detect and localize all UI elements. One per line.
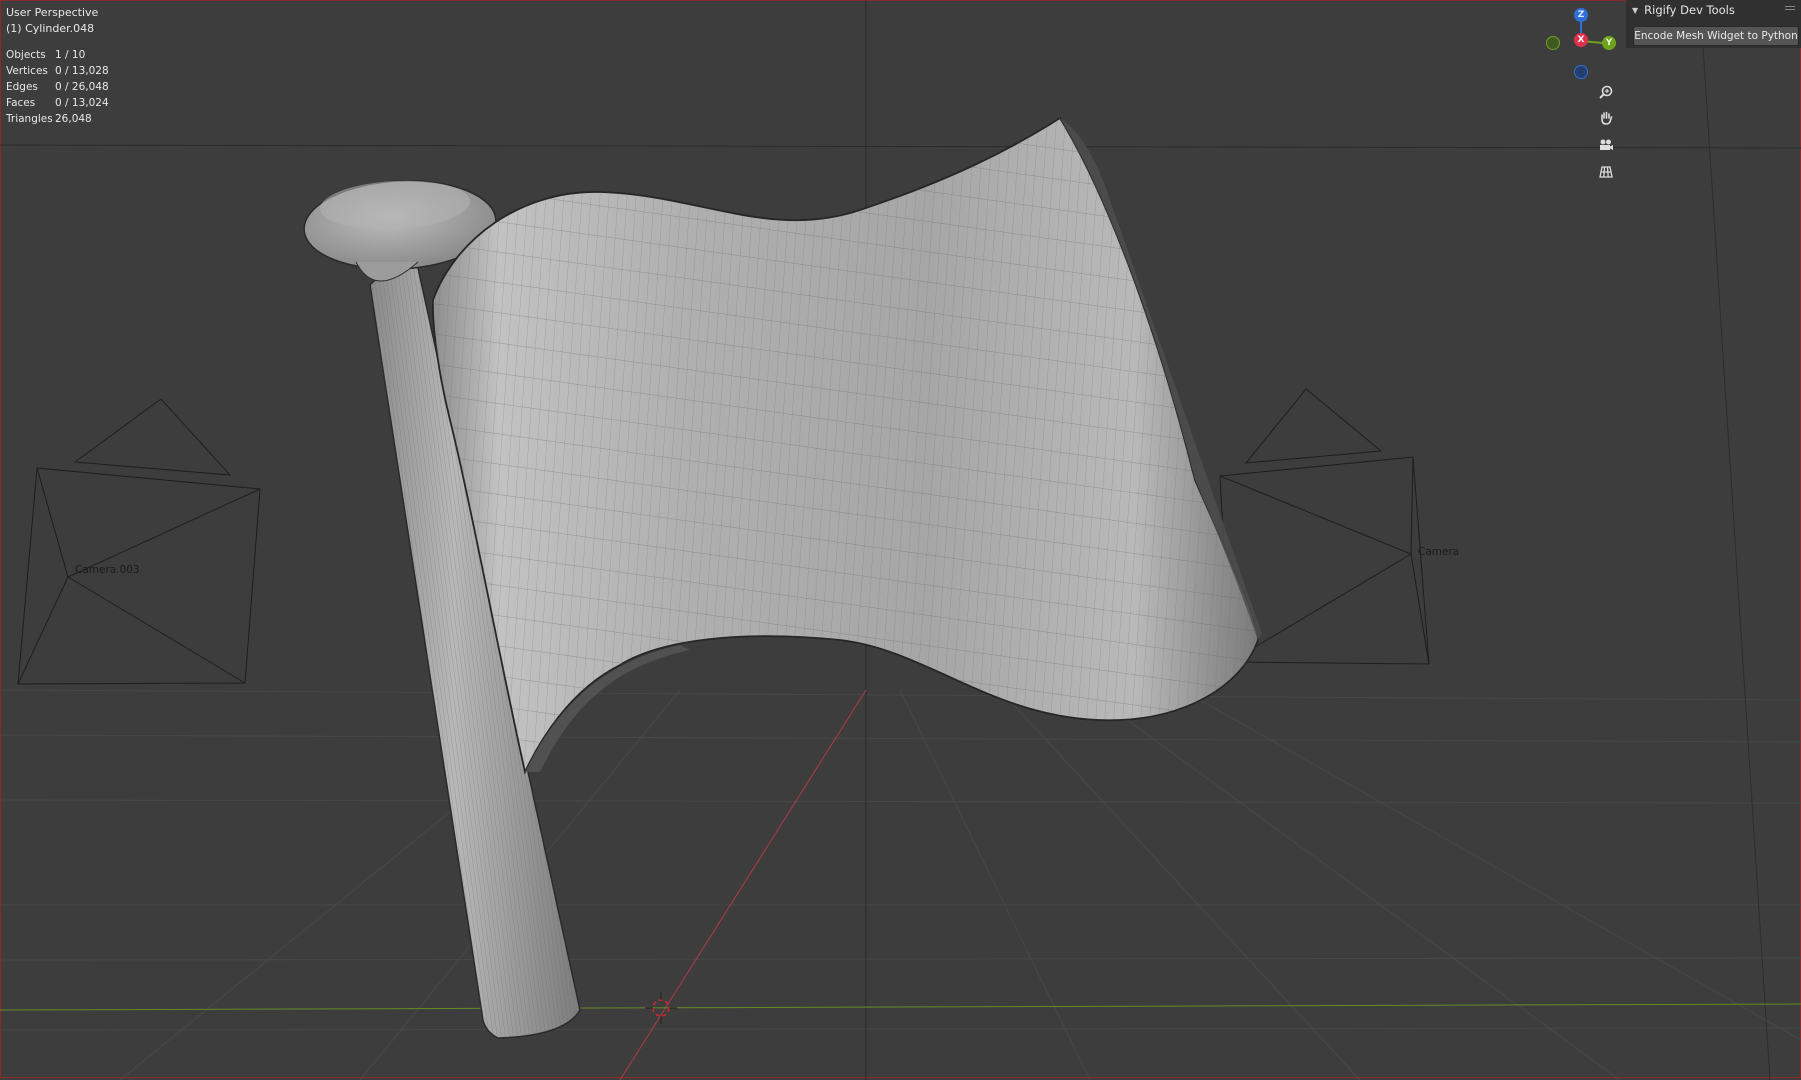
panel-title: Rigify Dev Tools	[1644, 3, 1735, 17]
stat-row-vertices: Vertices 0 / 13,028	[6, 63, 109, 79]
stat-value: 0 / 26,048	[55, 81, 109, 93]
stat-label: Edges	[6, 81, 38, 93]
axis-y-handle[interactable]: Y	[1602, 36, 1616, 50]
camera-view-icon[interactable]	[1594, 133, 1618, 157]
stat-label: Faces	[6, 97, 36, 109]
camera-003-label: Camera.003	[75, 564, 140, 576]
stat-value: 26,048	[55, 113, 92, 125]
axis-neg-y-handle[interactable]	[1546, 36, 1560, 50]
rigify-dev-tools-panel: ▼ Rigify Dev Tools Encode Mesh Widget to…	[1626, 0, 1801, 48]
y-axis-line	[0, 1003, 1801, 1011]
flag-cloth-mesh[interactable]	[432, 116, 1262, 775]
viewport-scene	[0, 0, 1801, 1080]
zoom-icon[interactable]	[1594, 80, 1618, 104]
active-object-name: (1) Cylinder.048	[6, 22, 95, 35]
stat-label: Vertices	[6, 65, 48, 77]
stat-label: Triangles	[6, 113, 53, 125]
panel-header[interactable]: ▼ Rigify Dev Tools	[1632, 2, 1735, 18]
axis-x-handle[interactable]: X	[1574, 33, 1588, 47]
stat-row-edges: Edges 0 / 26,048	[6, 79, 109, 95]
stat-label: Objects	[6, 49, 46, 61]
axis-neg-z-handle[interactable]	[1574, 65, 1588, 79]
pan-hand-icon[interactable]	[1594, 106, 1618, 130]
stat-row-triangles: Triangles 26,048	[6, 111, 109, 127]
navigation-gizmo[interactable]: Z Y X	[1530, 5, 1620, 80]
ortho-grid-icon[interactable]	[1594, 159, 1618, 183]
view-name: User Perspective	[6, 6, 99, 19]
stat-row-faces: Faces 0 / 13,024	[6, 95, 109, 111]
camera-label: Camera	[1418, 546, 1460, 558]
axis-z-handle[interactable]: Z	[1574, 8, 1588, 22]
stat-row-objects: Objects 1 / 10	[6, 47, 109, 63]
floor-grid	[0, 689, 1801, 1080]
encode-mesh-widget-button[interactable]: Encode Mesh Widget to Python	[1633, 26, 1799, 46]
camera-003-object[interactable]	[17, 398, 261, 685]
x-axis-line	[619, 689, 867, 1080]
stat-value: 0 / 13,028	[55, 65, 109, 77]
stat-value: 1 / 10	[55, 49, 86, 61]
panel-drag-handle-icon[interactable]	[1785, 4, 1795, 12]
stat-value: 0 / 13,024	[55, 97, 109, 109]
collapse-triangle-icon[interactable]: ▼	[1632, 6, 1638, 15]
scene-statistics: Objects 1 / 10 Vertices 0 / 13,028 Edges…	[6, 47, 109, 127]
